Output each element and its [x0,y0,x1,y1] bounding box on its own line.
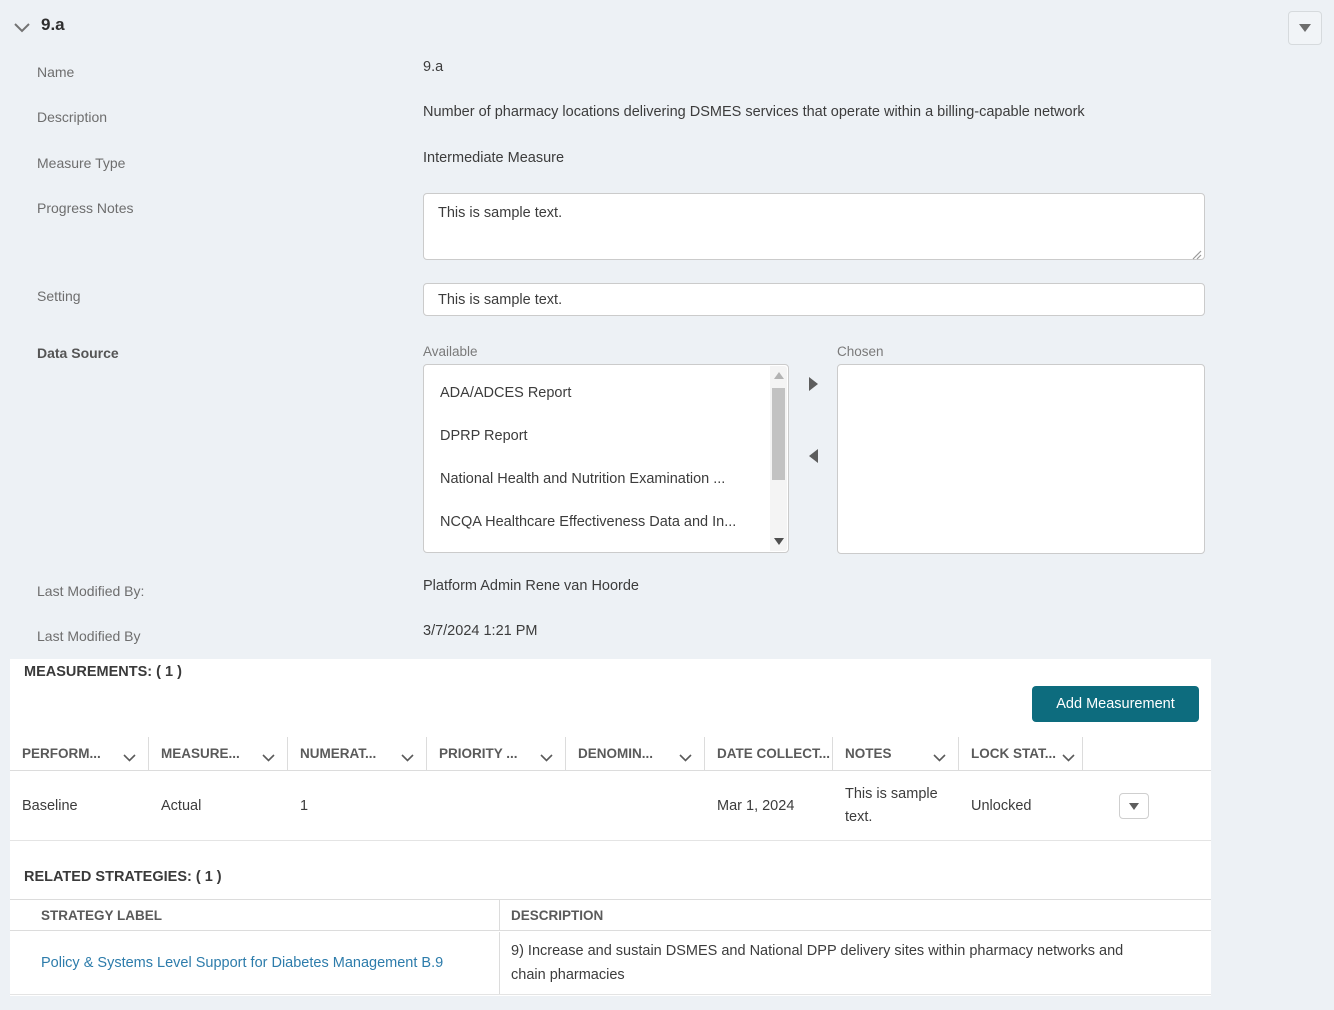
chevron-down-icon [1062,750,1075,762]
chevron-down-icon [540,750,553,762]
measure-type-label: Measure Type [37,155,126,171]
description-label: Description [37,109,108,125]
measurements-title: MEASUREMENTS: ( 1 ) [24,664,182,680]
add-measurement-button[interactable]: Add Measurement [1032,686,1199,722]
strategy-link[interactable]: Policy & Systems Level Support for Diabe… [41,951,443,975]
last-modified-date-value: 3/7/2024 1:21 PM [423,623,538,639]
chevron-down-icon [679,750,692,762]
column-header-numerator[interactable]: NUMERAT... [288,737,427,770]
cell-measure: Actual [161,797,202,814]
available-label: Available [423,344,478,359]
chevron-down-icon [933,750,946,762]
last-modified-date-label: Last Modified By [37,628,141,644]
measure-detail-page: 9.a Name Description Measure Type Progre… [0,0,1334,1010]
measurements-panel: MEASUREMENTS: ( 1 ) Add Measurement PERF… [10,659,1211,996]
last-modified-by-label: Last Modified By: [37,583,145,599]
available-list: ADA/ADCES Report DPRP Report National He… [424,365,788,543]
related-strategies-title: RELATED STRATEGIES: ( 1 ) [24,869,222,885]
row-menu-button[interactable] [1119,793,1149,819]
progress-notes-textarea[interactable]: This is sample text. [423,193,1205,260]
cell-date-collected: Mar 1, 2024 [717,797,795,814]
measure-type-value: Intermediate Measure [423,150,565,166]
list-item[interactable]: National Health and Nutrition Examinatio… [424,457,788,500]
section-header: 9.a [14,15,65,35]
column-header-date-collected[interactable]: DATE COLLECT... [705,737,833,770]
progress-notes-label: Progress Notes [37,200,134,216]
cell-actions [1083,772,1211,840]
column-header-lock-status[interactable]: LOCK STAT... [959,737,1083,770]
column-header-denominator[interactable]: DENOMIN... [566,737,705,770]
name-value: 9.a [423,59,444,75]
column-header-measure[interactable]: MEASURE... [149,737,288,770]
scroll-up-icon[interactable] [774,372,784,379]
chosen-listbox[interactable] [837,364,1205,554]
cell-notes: This is sample text. [845,786,938,825]
column-header-performance[interactable]: PERFORM... [10,737,149,770]
page-title: 9.a [41,15,65,34]
last-modified-by-value: Platform Admin Rene van Hoorde [423,578,639,594]
setting-label: Setting [37,288,81,304]
measurements-table-header: PERFORM... MEASURE... NUMERAT... PRIORIT… [10,737,1211,771]
column-header-actions [1083,737,1211,770]
list-item[interactable]: DPRP Report [424,414,788,457]
description-value: Number of pharmacy locations delivering … [423,104,1085,120]
move-left-icon[interactable] [809,449,818,463]
cell-performance: Baseline [22,797,78,814]
chevron-down-icon [262,750,275,762]
cell-lock-status: Unlocked [971,797,1032,814]
cell-denominator [566,772,705,840]
chevron-down-icon[interactable] [14,20,30,33]
list-item[interactable]: ADA/ADCES Report [424,371,788,414]
scroll-down-icon[interactable] [774,538,784,545]
table-row: Policy & Systems Level Support for Diabe… [10,932,1211,995]
move-right-icon[interactable] [809,377,818,391]
column-header-notes[interactable]: NOTES [833,737,959,770]
column-header-strategy-label: STRATEGY LABEL [10,900,500,930]
scrollbar[interactable] [770,366,787,551]
chosen-label: Chosen [837,344,884,359]
setting-input[interactable] [423,283,1205,316]
available-listbox[interactable]: ADA/ADCES Report DPRP Report National He… [423,364,789,553]
header-actions-button[interactable] [1288,11,1322,45]
dropdown-arrow-icon [1299,24,1311,32]
column-header-priority[interactable]: PRIORITY ... [427,737,566,770]
column-header-description: DESCRIPTION [511,907,604,923]
table-row: Baseline Actual 1 Mar 1, 2024 This is sa… [10,772,1211,841]
progress-notes-wrapper: This is sample text. [423,193,1205,260]
chevron-down-icon [123,750,136,762]
cell-strategy-description: 9) Increase and sustain DSMES and Nation… [511,943,1124,983]
resize-handle-icon[interactable] [1192,247,1202,260]
cell-numerator: 1 [300,797,309,814]
list-item[interactable]: NCQA Healthcare Effectiveness Data and I… [424,500,788,543]
related-strategies-table-header: STRATEGY LABEL DESCRIPTION [10,899,1211,931]
cell-priority [427,772,566,840]
name-label: Name [37,64,75,80]
cell-strategy-label: Policy & Systems Level Support for Diabe… [10,932,500,994]
chevron-down-icon [401,750,414,762]
data-source-label: Data Source [37,345,119,361]
scrollbar-thumb[interactable] [772,388,785,480]
dropdown-arrow-icon [1129,802,1139,810]
